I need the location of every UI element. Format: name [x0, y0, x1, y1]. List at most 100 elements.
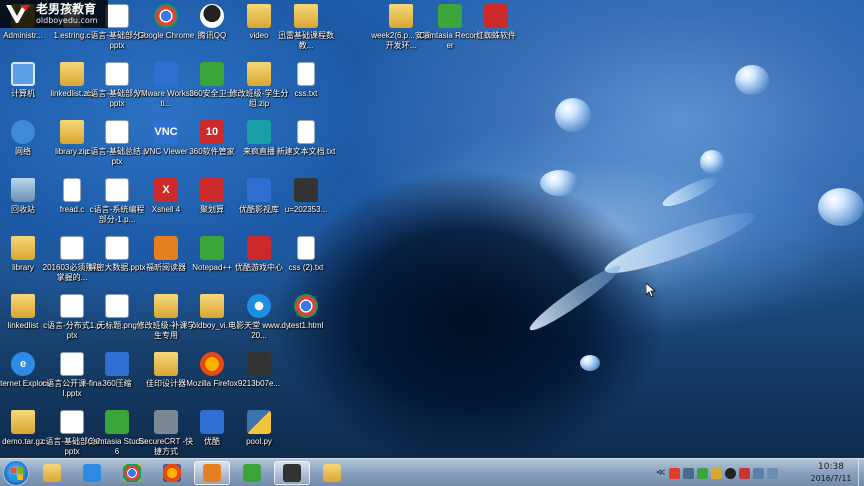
desktop-icon-image [11, 62, 35, 86]
show-desktop-button[interactable] [858, 459, 864, 486]
explorer-icon [43, 464, 61, 482]
desktop-icon-image [438, 4, 462, 28]
water-drop [818, 188, 864, 226]
desktop-icon-image [11, 120, 35, 144]
desktop-icon-image [484, 4, 508, 28]
desktop-icon[interactable]: 迅雷基础课程数教... [277, 0, 335, 58]
desktop-icon-image: e [11, 352, 35, 376]
qq-user-icon [203, 464, 221, 482]
desktop-icon-image [154, 4, 178, 28]
desktop-icon-image [200, 62, 224, 86]
water-drop [700, 150, 724, 174]
desktop-icon-image [154, 410, 178, 434]
qq-tray-icon[interactable] [725, 467, 737, 479]
desktop-icon-image [294, 4, 318, 28]
taskbar-app-ie[interactable] [74, 461, 110, 485]
desktop-icon[interactable]: pool.py [230, 406, 288, 458]
desktop-icon-image [247, 410, 271, 434]
ie-icon [83, 464, 101, 482]
desktop-icon-image [105, 120, 129, 144]
water-streak [525, 259, 625, 337]
desktop-icon-image [247, 236, 271, 260]
desktop-icon-image [105, 178, 129, 202]
desktop-icon[interactable]: 红蜘蛛软件 [467, 0, 525, 58]
desktop-icon-image [247, 120, 271, 144]
windows-flag-icon [11, 468, 23, 480]
security-icon[interactable] [697, 467, 709, 479]
volume-icon[interactable] [767, 467, 779, 479]
sogou-ime-icon[interactable] [669, 467, 681, 479]
network-icon[interactable] [711, 467, 723, 479]
desktop-icon-image [105, 410, 129, 434]
taskbar-app-chrome[interactable] [114, 461, 150, 485]
desktop-icon-image [247, 294, 271, 318]
desktop-icon-image [294, 178, 318, 202]
desktop-icon-image [297, 120, 315, 144]
taskbar-app-explorer[interactable] [34, 461, 70, 485]
desktop-icon-image [247, 352, 271, 376]
watermark-url: oldboyedu.com [36, 15, 98, 25]
flag-icon[interactable] [739, 467, 751, 479]
desktop-icon-image [60, 352, 84, 376]
taskbar-app-pycharm[interactable] [274, 461, 310, 485]
desktop-icon-image [389, 4, 413, 28]
desktop-icon-image [11, 410, 35, 434]
desktop-icon[interactable]: 新建文本文档.txt [277, 116, 335, 174]
desktop-icon-image [247, 62, 271, 86]
desktop-icon-image [60, 410, 84, 434]
taskbar-app-folder[interactable] [314, 461, 350, 485]
desktop-icon-image [105, 236, 129, 260]
system-tray: ≪ [656, 464, 781, 482]
mouse-cursor-icon [646, 283, 656, 297]
desktop-icon-image [247, 4, 271, 28]
water-drop [540, 170, 580, 196]
desktop-icon-image: X [154, 178, 178, 202]
desktop-icon-image [297, 62, 315, 86]
water-streak [600, 203, 760, 283]
pycharm-icon [283, 464, 301, 482]
water-drop [555, 98, 591, 132]
camtasia-icon [243, 464, 261, 482]
desktop-icon[interactable]: css.txt [277, 58, 335, 116]
desktop[interactable]: Administr...计算机网络回收站librarylinkedlisteIn… [0, 0, 864, 458]
desktop-icon[interactable]: test1.html [277, 290, 335, 348]
taskbar-app-firefox[interactable] [154, 461, 190, 485]
clock-date: 2016/7/11 [810, 474, 852, 483]
watermark-title: 老男孩教育 [36, 1, 97, 16]
keyboard-icon[interactable] [683, 467, 695, 479]
desktop-icon-image [247, 178, 271, 202]
desktop-icon-image [200, 410, 224, 434]
desktop-icon-image: 10 [200, 120, 224, 144]
monitor-icon[interactable] [753, 467, 765, 479]
desktop-icon[interactable]: 9213b07e... [230, 348, 288, 406]
desktop-icon-image [154, 352, 178, 376]
desktop-icon[interactable]: u=202353... [277, 174, 335, 232]
desktop-icon-label: 新建文本文档.txt [276, 147, 336, 156]
start-button[interactable] [3, 460, 29, 486]
desktop-icon-image [105, 4, 129, 28]
taskbar: ≪ 10:38 2016/7/11 [0, 458, 864, 486]
taskbar-app-qq-user[interactable] [194, 461, 230, 485]
system-clock[interactable]: 10:38 2016/7/11 [806, 461, 856, 484]
taskbar-app-camtasia[interactable] [234, 461, 270, 485]
desktop-icon-label: 红蜘蛛软件 [476, 31, 516, 40]
desktop-icon[interactable]: css (2).txt [277, 232, 335, 290]
desktop-icon-label: css.txt [294, 89, 318, 98]
firefox-icon [163, 464, 181, 482]
folder-icon [323, 464, 341, 482]
desktop-icon-image [154, 294, 178, 318]
desktop-icon-label: css (2).txt [288, 263, 324, 272]
water-drop [580, 355, 600, 371]
desktop-icon-image [60, 62, 84, 86]
desktop-icon-image [200, 178, 224, 202]
water-drop [735, 65, 769, 95]
desktop-icon-image [11, 178, 35, 202]
desktop-icon-image [105, 62, 129, 86]
desktop-icon-image [11, 294, 35, 318]
desktop-icon-label: test1.html [288, 321, 324, 330]
desktop-icon-image [60, 294, 84, 318]
desktop-icon-image [200, 352, 224, 376]
desktop-icon-image [11, 236, 35, 260]
desktop-icon-image [294, 294, 318, 318]
tray-expand-icon[interactable]: ≪ [656, 468, 665, 478]
